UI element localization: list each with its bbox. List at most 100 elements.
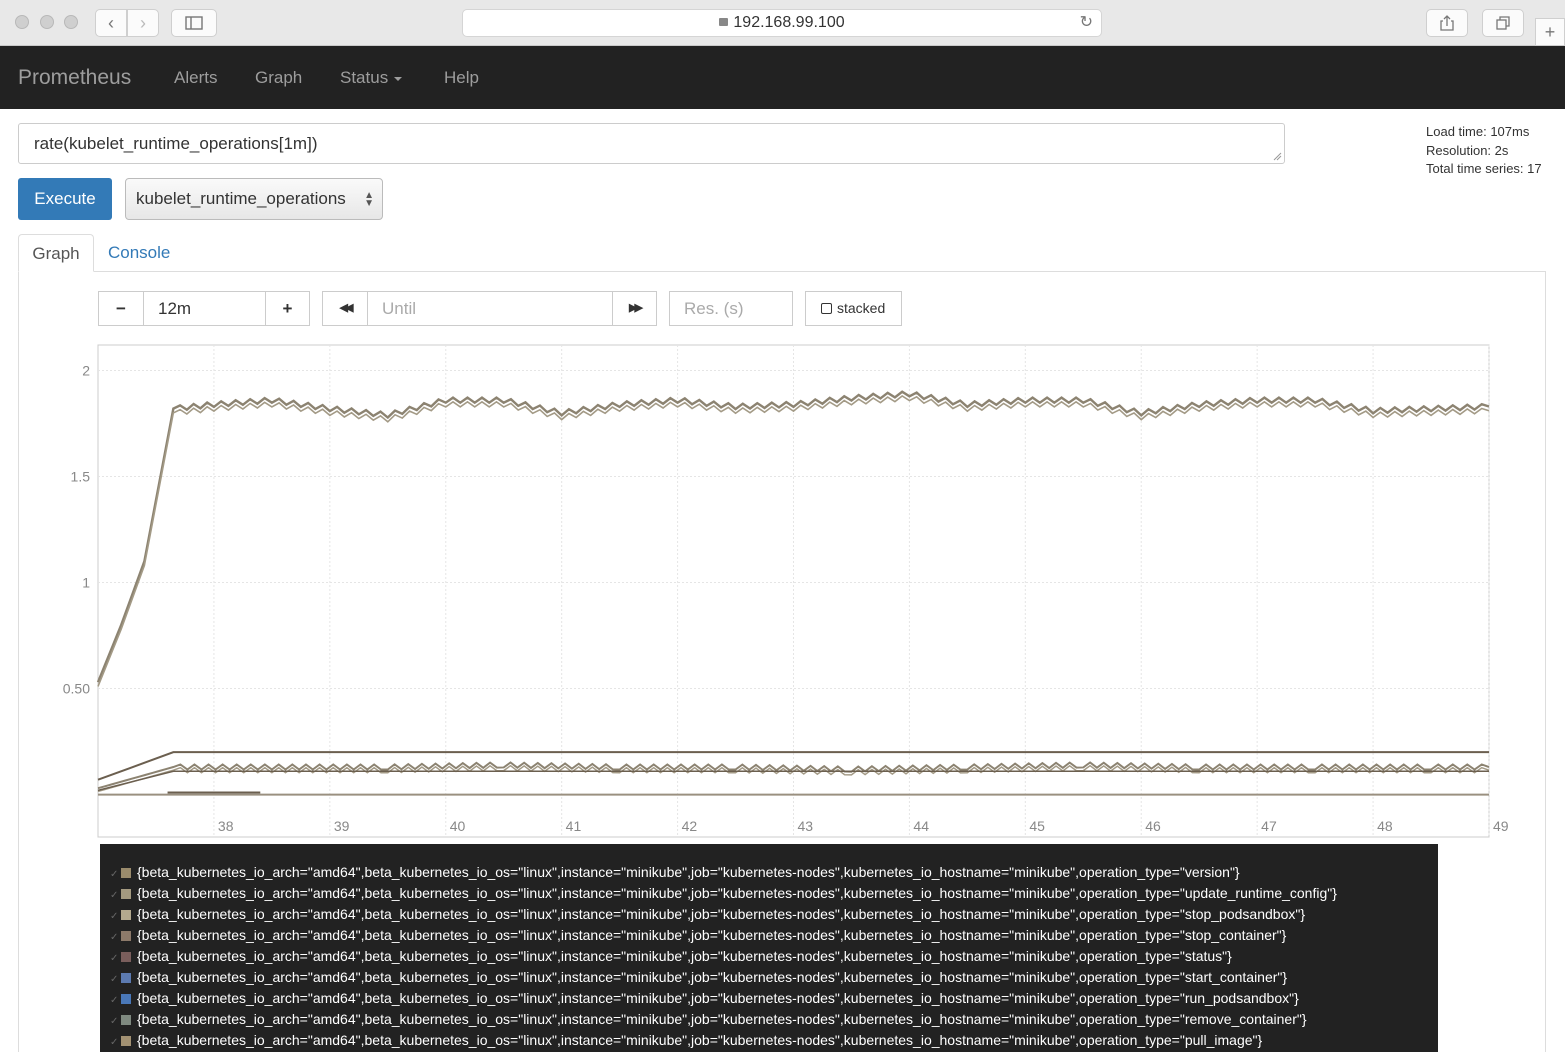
x-tick-label: 47 xyxy=(1261,818,1277,834)
query-stats: Load time: 107ms Resolution: 2s Total ti… xyxy=(1426,123,1542,179)
metric-select-value: kubelet_runtime_operations xyxy=(136,189,346,208)
x-tick-label: 42 xyxy=(682,818,698,834)
y-tick-label: 1.5 xyxy=(71,468,91,484)
lock-icon xyxy=(719,18,729,26)
x-tick-label: 44 xyxy=(913,818,929,834)
minimize-window-button[interactable] xyxy=(40,15,54,29)
legend-label: {beta_kubernetes_io_arch="amd64",beta_ku… xyxy=(137,990,1299,1006)
x-tick-label: 46 xyxy=(1145,818,1161,834)
select-arrows-icon: ▲ ▼ xyxy=(364,190,374,209)
new-tab-icon[interactable]: + xyxy=(1535,18,1565,46)
legend-toggle-icon[interactable]: ✓ xyxy=(110,906,121,927)
series-line-main xyxy=(96,390,1490,683)
until-input[interactable]: Until xyxy=(367,291,613,326)
legend-toggle-icon[interactable]: ✓ xyxy=(110,990,121,1011)
time-back-button[interactable]: ◀◀ xyxy=(322,291,368,326)
legend-label: {beta_kubernetes_io_arch="amd64",beta_ku… xyxy=(137,906,1305,922)
share-icon[interactable] xyxy=(1426,9,1468,37)
series-line-low-1 xyxy=(97,751,1489,781)
series-line-low-2 xyxy=(97,761,1490,790)
legend-item[interactable]: ✓ {beta_kubernetes_io_arch="amd64",beta_k… xyxy=(100,1009,1438,1030)
legend-swatch xyxy=(121,1036,131,1046)
legend-swatch xyxy=(121,910,131,920)
legend-toggle-icon[interactable]: ✓ xyxy=(110,927,121,948)
execute-button[interactable]: Execute xyxy=(18,178,112,220)
legend-swatch xyxy=(121,931,131,941)
resolution-input[interactable]: Res. (s) xyxy=(669,291,793,326)
legend-item[interactable]: ✓ {beta_kubernetes_io_arch="amd64",beta_k… xyxy=(100,904,1438,925)
legend-label: {beta_kubernetes_io_arch="amd64",beta_ku… xyxy=(137,948,1232,964)
stacked-label: stacked xyxy=(837,300,886,316)
legend-item[interactable]: ✓ {beta_kubernetes_io_arch="amd64",beta_k… xyxy=(100,988,1438,1009)
legend-swatch xyxy=(121,994,131,1004)
x-tick-label: 48 xyxy=(1377,818,1393,834)
checkbox-icon xyxy=(821,303,832,314)
tab-graph[interactable]: Graph xyxy=(18,234,94,272)
range-increase-button[interactable]: + xyxy=(265,291,310,326)
legend-swatch xyxy=(121,868,131,878)
tabs-icon[interactable] xyxy=(1482,9,1524,37)
y-tick-label: 2 xyxy=(82,362,90,378)
sidebar-glyph xyxy=(185,16,203,30)
legend-item[interactable]: ✓ {beta_kubernetes_io_arch="amd64",beta_k… xyxy=(100,925,1438,946)
legend-item[interactable]: ✓ {beta_kubernetes_io_arch="amd64",beta_k… xyxy=(100,1030,1438,1051)
forward-icon[interactable]: › xyxy=(127,9,159,37)
legend-label: {beta_kubernetes_io_arch="amd64",beta_ku… xyxy=(137,1032,1263,1048)
legend-label: {beta_kubernetes_io_arch="amd64",beta_ku… xyxy=(137,927,1287,943)
tab-console[interactable]: Console xyxy=(108,234,170,272)
legend-toggle-icon[interactable]: ✓ xyxy=(110,948,121,969)
nav-status[interactable]: Status xyxy=(340,46,403,109)
x-tick-label: 38 xyxy=(218,818,234,834)
panel-border-right xyxy=(1545,271,1546,1052)
y-tick-label: 0.50 xyxy=(63,681,90,697)
zoom-window-button[interactable] xyxy=(64,15,78,29)
legend-toggle-icon[interactable]: ✓ xyxy=(110,864,121,885)
metric-select[interactable]: kubelet_runtime_operations ▲ ▼ xyxy=(125,178,383,220)
legend-item[interactable]: ✓ {beta_kubernetes_io_arch="amd64",beta_k… xyxy=(100,862,1438,883)
total-time-series: Total time series: 17 xyxy=(1426,161,1542,176)
nav-status-label: Status xyxy=(340,68,389,87)
brand-link[interactable]: Prometheus xyxy=(18,46,131,109)
browser-toolbar: ‹ › 192.168.99.100 ↻ + xyxy=(0,0,1565,46)
legend-item[interactable]: ✓ {beta_kubernetes_io_arch="amd64",beta_k… xyxy=(100,967,1438,988)
y-tick-label: 1 xyxy=(82,575,90,591)
x-tick-label: 40 xyxy=(450,818,466,834)
nav-help[interactable]: Help xyxy=(444,46,479,109)
legend-swatch xyxy=(121,889,131,899)
time-forward-button[interactable]: ▶▶ xyxy=(612,291,657,326)
x-tick-label: 39 xyxy=(334,818,350,834)
tab-divider xyxy=(93,271,1546,272)
legend-toggle-icon[interactable]: ✓ xyxy=(110,1032,121,1053)
legend-label: {beta_kubernetes_io_arch="amd64",beta_ku… xyxy=(137,885,1337,901)
resolution: Resolution: 2s xyxy=(1426,142,1509,158)
series-line-main-b xyxy=(97,395,1490,687)
resize-handle-icon[interactable] xyxy=(1272,151,1282,161)
address-bar[interactable]: 192.168.99.100 ↻ xyxy=(462,9,1102,37)
sidebar-icon[interactable] xyxy=(171,9,217,37)
legend-item[interactable]: ✓ {beta_kubernetes_io_arch="amd64",beta_k… xyxy=(100,946,1438,967)
legend-swatch xyxy=(121,973,131,983)
nav-alerts[interactable]: Alerts xyxy=(174,46,217,109)
caret-down-icon xyxy=(394,76,403,81)
plot-frame xyxy=(97,344,1490,838)
expression-input[interactable]: rate(kubelet_runtime_operations[1m]) xyxy=(18,123,1285,164)
legend-item[interactable]: ✓ {beta_kubernetes_io_arch="amd64",beta_k… xyxy=(100,883,1438,904)
legend-toggle-icon[interactable]: ✓ xyxy=(110,885,121,906)
range-input[interactable]: 12m xyxy=(143,291,266,326)
back-icon[interactable]: ‹ xyxy=(95,9,127,37)
x-tick-label: 43 xyxy=(798,818,814,834)
close-window-button[interactable] xyxy=(15,15,29,29)
legend-swatch xyxy=(121,1015,131,1025)
x-tick-label: 49 xyxy=(1493,818,1509,834)
url-text: 192.168.99.100 xyxy=(733,14,845,31)
tabs-glyph xyxy=(1496,16,1510,30)
stacked-toggle[interactable]: stacked xyxy=(805,291,902,326)
legend-toggle-icon[interactable]: ✓ xyxy=(110,969,121,990)
x-tick-label: 41 xyxy=(566,818,582,834)
nav-graph[interactable]: Graph xyxy=(255,46,302,109)
share-glyph xyxy=(1440,15,1454,31)
x-tick-label: 45 xyxy=(1029,818,1045,834)
reload-icon[interactable]: ↻ xyxy=(1080,10,1093,36)
legend-toggle-icon[interactable]: ✓ xyxy=(110,1011,121,1032)
range-decrease-button[interactable]: − xyxy=(98,291,144,326)
